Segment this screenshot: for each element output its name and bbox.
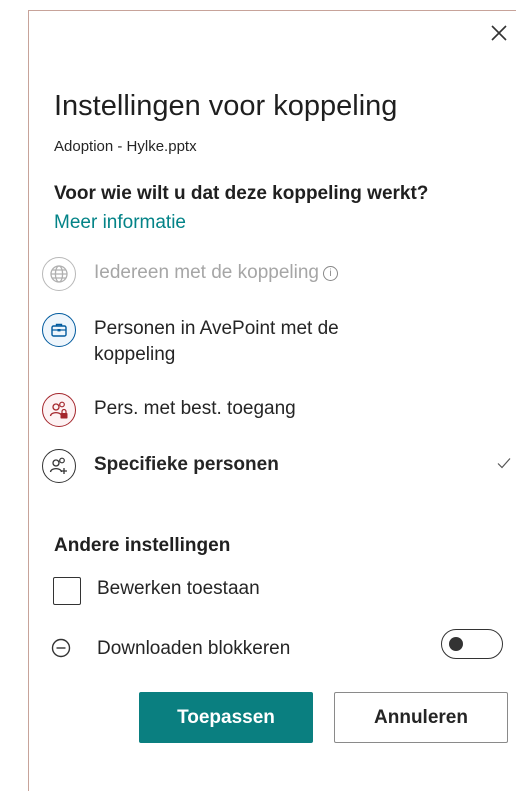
more-info-link[interactable]: Meer informatie (54, 212, 186, 234)
briefcase-icon (42, 313, 76, 347)
option-people-in-organization[interactable]: Personen in AvePoint met de koppeling (42, 313, 516, 375)
dialog-title: Instellingen voor koppeling (54, 90, 398, 122)
option-label: Personen in AvePoint met de koppeling (94, 318, 339, 365)
people-add-icon (42, 449, 76, 483)
block-icon (51, 638, 71, 658)
option-label: Specifieke personen (94, 454, 279, 475)
cancel-button[interactable]: Annuleren (334, 692, 508, 743)
option-label: Iedereen met de koppeling (94, 262, 319, 283)
other-settings-title: Andere instellingen (54, 535, 231, 556)
option-label: Pers. met best. toegang (94, 398, 296, 419)
globe-icon (42, 257, 76, 291)
apply-button[interactable]: Toepassen (139, 692, 313, 743)
toggle-knob (449, 637, 463, 651)
checkmark-icon (497, 458, 511, 469)
dialog-frame-left (28, 10, 29, 791)
info-icon[interactable]: i (323, 266, 338, 281)
close-icon[interactable] (488, 22, 510, 44)
people-lock-icon (42, 393, 76, 427)
option-anyone-with-link: Iedereen met de koppeling i (42, 257, 516, 293)
allow-edit-checkbox[interactable] (53, 577, 81, 605)
block-download-toggle[interactable] (441, 629, 503, 659)
file-name: Adoption - Hylke.pptx (54, 138, 197, 155)
dialog-frame-top (28, 10, 516, 11)
block-download-label: Downloaden blokkeren (97, 638, 291, 659)
option-people-with-existing-access[interactable]: Pers. met best. toegang (42, 393, 516, 429)
option-specific-people[interactable]: Specifieke personen (42, 449, 516, 485)
audience-question: Voor wie wilt u dat deze koppeling werkt… (54, 183, 429, 204)
allow-edit-label[interactable]: Bewerken toestaan (97, 578, 260, 600)
